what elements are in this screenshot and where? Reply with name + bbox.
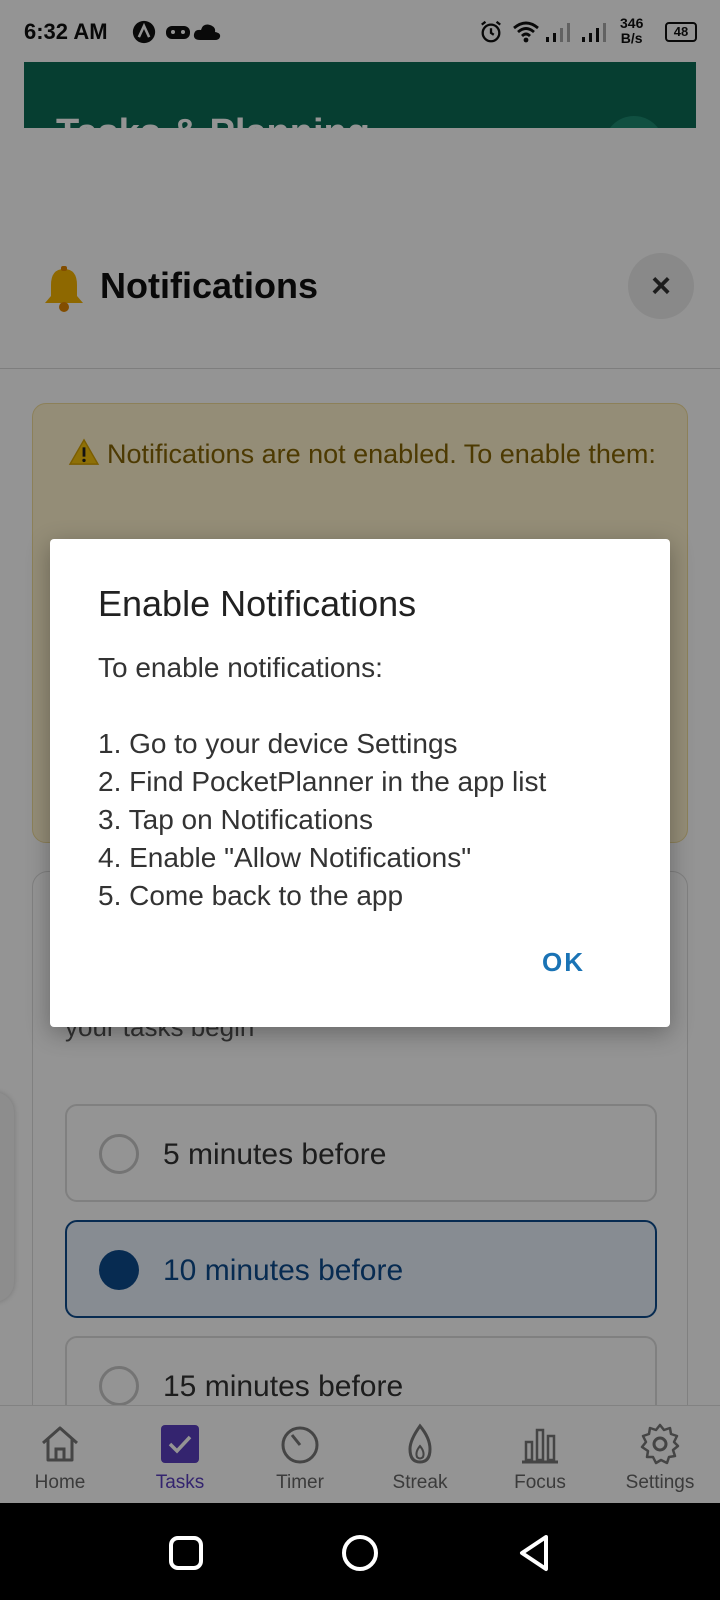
dialog-title: Enable Notifications [98,583,417,624]
dialog-step: 4. Enable "Allow Notifications" [98,842,472,873]
dialog-step: 1. Go to your device Settings [98,728,458,759]
dialog-body: To enable notifications: 1. Go to your d… [98,649,658,915]
enable-notifications-dialog: Enable Notifications To enable notificat… [50,539,670,1027]
dialog-step: 3. Tap on Notifications [98,804,373,835]
back-button[interactable] [512,1531,556,1575]
ok-button[interactable]: OK [542,947,585,978]
dialog-step: 2. Find PocketPlanner in the app list [98,766,547,797]
dialog-intro: To enable notifications: [98,652,383,683]
home-button[interactable] [338,1531,382,1575]
system-nav-bar [0,1503,720,1600]
dialog-step: 5. Come back to the app [98,880,404,911]
recents-button[interactable] [164,1531,208,1575]
